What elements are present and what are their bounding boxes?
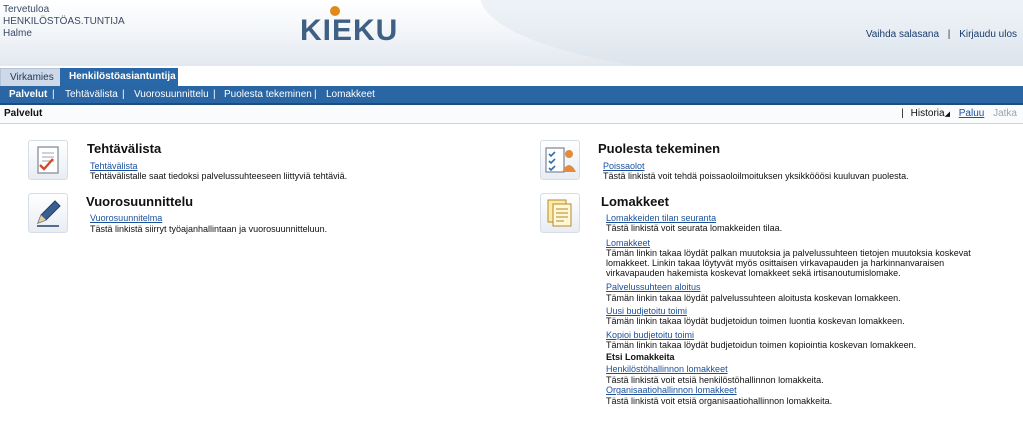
desc-lomakkeet: Tämän linkin takaa löydät palkan muutoks…	[606, 248, 971, 278]
dropdown-arrow-icon: ◢	[944, 111, 950, 118]
desc-palvelussuhteen-aloitus: Tämän linkin takaa löydät palvelussuhtee…	[606, 293, 901, 303]
link-henkilostohallinnon-lomakkeet[interactable]: Henkilöstöhallinnon lomakkeet	[606, 364, 728, 374]
link-organisaatiohallinnon-lomakkeet[interactable]: Organisaatiohallinnon lomakkeet	[606, 385, 737, 395]
section-title-lomakkeet: Lomakkeet	[601, 194, 669, 209]
header: Tervetuloa HENKILÖSTÖAS.TUNTIJA Halme KI…	[0, 0, 1023, 66]
desc-henkilostohallinnon-lomakkeet: Tästä linkistä voit etsiä henkilöstöhall…	[606, 375, 824, 385]
link-kopioi-budjetoitu-toimi[interactable]: Kopioi budjetoitu toimi	[606, 330, 694, 340]
nav-separator: |	[314, 89, 317, 100]
top-links: Vaihda salasana | Kirjaudu ulos	[866, 29, 1017, 40]
nav-separator: |	[213, 89, 216, 100]
link-tehtavalista[interactable]: Tehtävälista	[90, 161, 138, 171]
nav-separator: |	[122, 89, 125, 100]
link-lomakkeet[interactable]: Lomakkeet	[606, 238, 650, 248]
nav-separator: |	[52, 89, 55, 100]
link-poissaolot[interactable]: Poissaolot	[603, 161, 645, 171]
change-password-link[interactable]: Vaihda salasana	[866, 29, 939, 40]
user-info: Tervetuloa HENKILÖSTÖAS.TUNTIJA Halme	[3, 4, 125, 40]
nav-vuorosuunnittelu[interactable]: Vuorosuunnittelu	[134, 86, 209, 103]
desc-poissaolot: Tästä linkistä voit tehdä poissaoloilmoi…	[603, 171, 909, 181]
tab-henkilostoasiantuntija[interactable]: Henkilöstöasiantuntija	[60, 68, 178, 86]
role-tabs: Virkamies Henkilöstöasiantuntija	[0, 68, 1023, 87]
history-controls: | Historia◢ Paluu Jatka	[897, 105, 1017, 124]
checklist-person-icon	[540, 140, 580, 180]
desc-vuorosuunnitelma: Tästä linkistä siirryt työajanhallintaan…	[90, 224, 328, 234]
desc-organisaatiohallinnon-lomakkeet: Tästä linkistä voit etsiä organisaatioha…	[606, 396, 833, 406]
pencil-icon	[28, 193, 68, 233]
link-lomakkeiden-tilan-seuranta[interactable]: Lomakkeiden tilan seuranta	[606, 213, 716, 223]
desc-kopioi-budjetoitu-toimi: Tämän linkin takaa löydät budjetoidun to…	[606, 340, 917, 350]
desc-lomakkeiden-tilan-seuranta: Tästä linkistä voit seurata lomakkeiden …	[606, 223, 783, 233]
link-uusi-budjetoitu-toimi[interactable]: Uusi budjetoitu toimi	[606, 306, 687, 316]
separator: |	[947, 29, 951, 40]
nav-tehtavalista[interactable]: Tehtävälista	[65, 86, 118, 103]
section-title-puolesta: Puolesta tekeminen	[598, 141, 721, 156]
forms-icon	[540, 193, 580, 233]
logout-link[interactable]: Kirjaudu ulos	[959, 29, 1017, 40]
main-nav: Palvelut | Tehtävälista | Vuorosuunnitte…	[0, 86, 1023, 105]
kieku-logo: KIEKU	[300, 6, 398, 50]
section-title-vuorosuunnittelu: Vuorosuunnittelu	[86, 194, 194, 209]
link-vuorosuunnitelma[interactable]: Vuorosuunnitelma	[90, 213, 162, 223]
nav-palvelut[interactable]: Palvelut	[9, 86, 47, 103]
welcome-text: Tervetuloa	[3, 4, 50, 15]
back-link[interactable]: Paluu	[959, 108, 985, 119]
page-title: Palvelut	[4, 108, 43, 119]
logo-dot	[330, 6, 340, 16]
history-dropdown[interactable]: Historia	[911, 108, 945, 119]
link-palvelussuhteen-aloitus[interactable]: Palvelussuhteen aloitus	[606, 282, 701, 292]
tab-virkamies[interactable]: Virkamies	[0, 68, 61, 87]
nav-puolesta-tekeminen[interactable]: Puolesta tekeminen	[224, 86, 312, 103]
task-list-icon	[28, 140, 68, 180]
desc-uusi-budjetoitu-toimi: Tämän linkin takaa löydät budjetoidun to…	[606, 316, 905, 326]
separator: |	[901, 108, 904, 119]
desc-tehtavalista: Tehtävälistalle saat tiedoksi palvelussu…	[90, 171, 348, 181]
user-name: Halme	[3, 28, 32, 39]
section-title-tehtavalista: Tehtävälista	[87, 141, 162, 156]
next-link: Jatka	[993, 108, 1017, 119]
user-role: HENKILÖSTÖAS.TUNTIJA	[3, 16, 125, 27]
breadcrumb: Palvelut | Historia◢ Paluu Jatka	[0, 105, 1023, 124]
search-forms-title: Etsi Lomakkeita	[606, 352, 675, 362]
nav-lomakkeet[interactable]: Lomakkeet	[326, 86, 375, 103]
